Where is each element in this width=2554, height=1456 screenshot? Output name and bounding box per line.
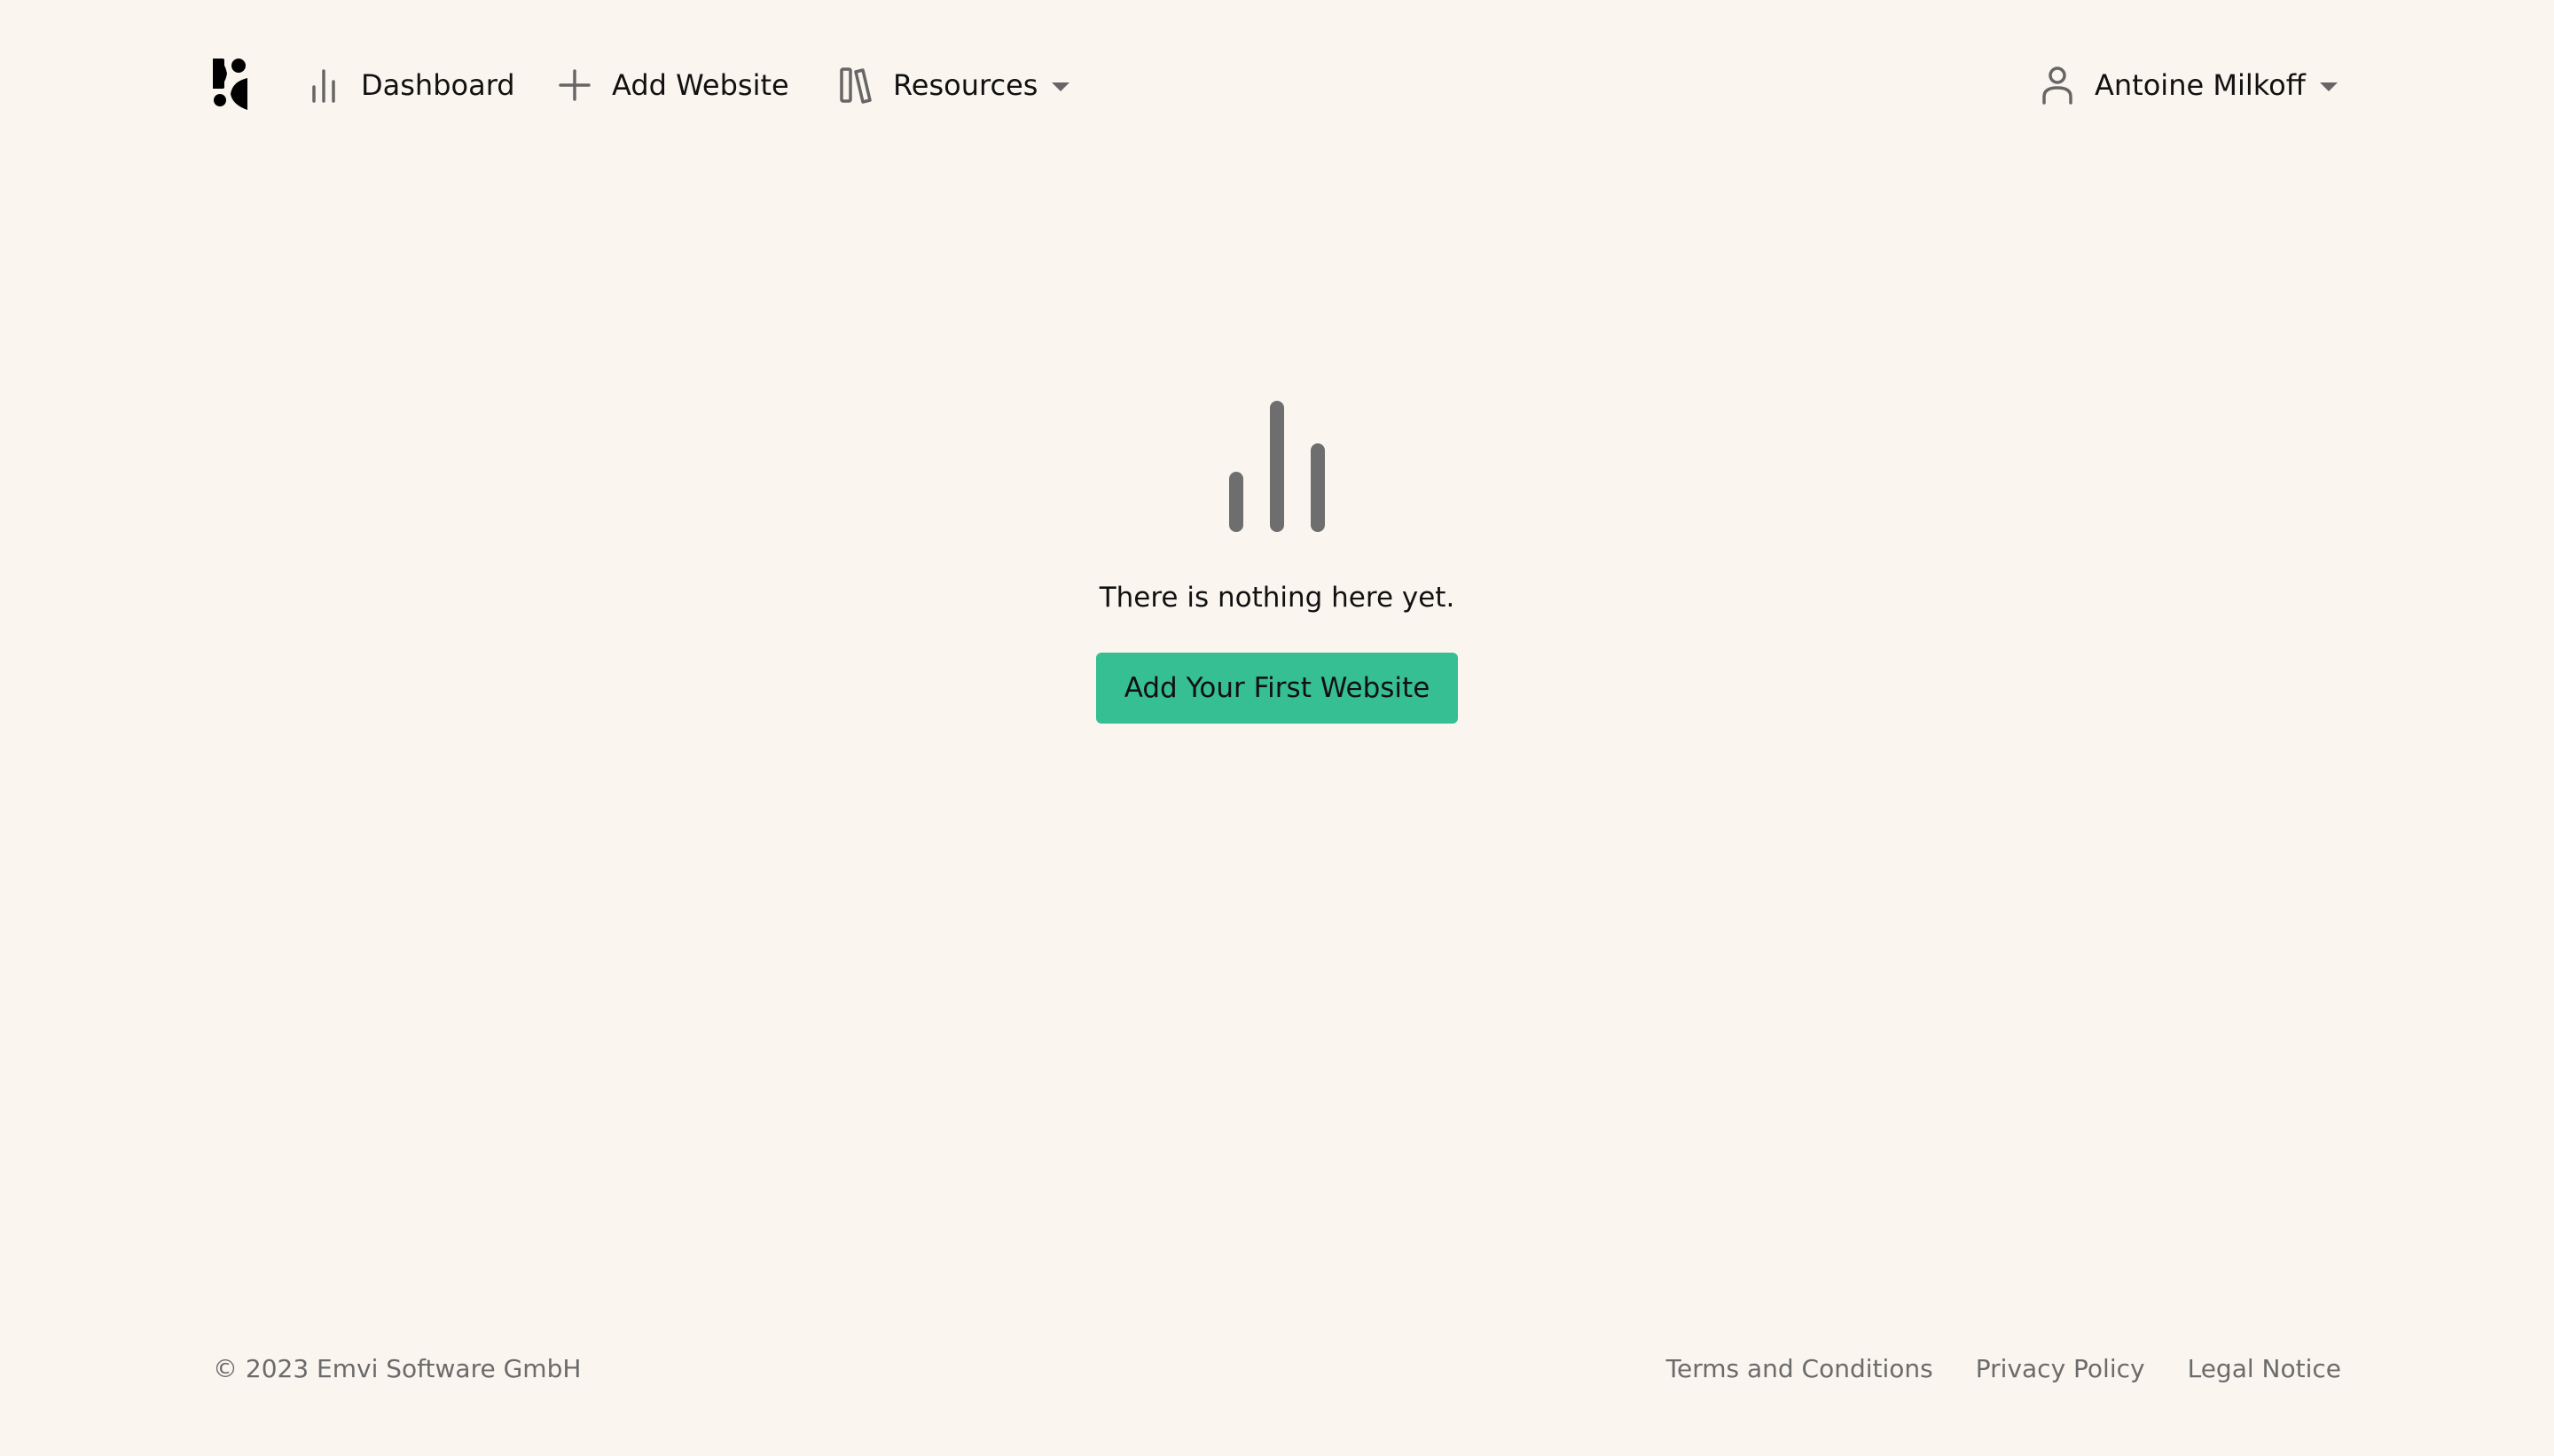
nav-resources-label: Resources <box>893 68 1038 102</box>
books-icon <box>838 66 874 105</box>
nav-add-website[interactable]: Add Website <box>557 62 789 108</box>
logo-icon[interactable] <box>213 59 248 110</box>
privacy-link[interactable]: Privacy Policy <box>1976 1354 2145 1383</box>
plus-icon <box>557 66 592 105</box>
nav-add-website-label: Add Website <box>612 68 789 102</box>
copyright-text: © 2023 Emvi Software GmbH <box>213 1354 582 1383</box>
terms-link[interactable]: Terms and Conditions <box>1666 1354 1933 1383</box>
top-navigation: Dashboard Add Website Resources Antoine … <box>0 0 2554 170</box>
chevron-down-icon <box>2319 82 2338 91</box>
user-menu-dropdown[interactable]: Antoine Milkoff <box>2040 62 2338 108</box>
empty-state-message: There is nothing here yet. <box>1099 582 1455 614</box>
bar-chart-icon <box>306 66 341 105</box>
bar-chart-icon <box>1229 401 1325 532</box>
legal-notice-link[interactable]: Legal Notice <box>2188 1354 2341 1383</box>
user-name: Antoine Milkoff <box>2095 68 2306 102</box>
add-first-website-button[interactable]: Add Your First Website <box>1096 653 1458 724</box>
user-icon <box>2040 66 2075 105</box>
nav-dashboard[interactable]: Dashboard <box>306 62 515 108</box>
nav-resources-dropdown[interactable]: Resources <box>838 62 1070 108</box>
nav-dashboard-label: Dashboard <box>361 68 515 102</box>
footer-links: Terms and Conditions Privacy Policy Lega… <box>1666 1354 2341 1383</box>
chevron-down-icon <box>1052 82 1070 91</box>
